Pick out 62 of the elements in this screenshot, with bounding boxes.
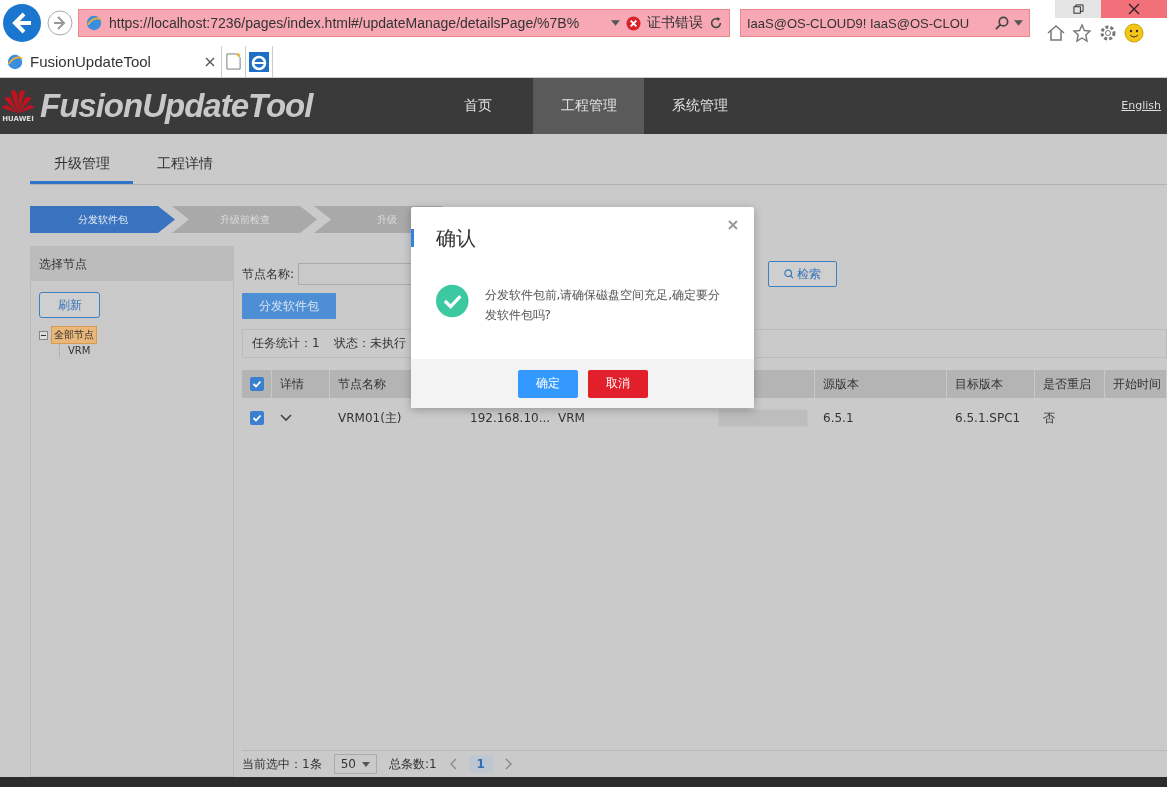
column-header: 详情 (280, 375, 304, 393)
collapse-icon[interactable] (39, 330, 48, 340)
column-header: 目标版本 (955, 375, 1003, 393)
task-count: 任务统计：1 (252, 335, 320, 352)
smiley-icon[interactable] (1124, 23, 1144, 43)
dialog-message: 分发软件包前,请确保磁盘空间充足,确定要分发软件包吗? (484, 287, 722, 324)
address-bar[interactable]: https://localhost:7236/pages/index.html#/updateManage/detailsPage/%7B% 证书错误 (78, 9, 730, 37)
table-cell: VRM (558, 411, 585, 425)
selected-count: 当前选中：1条 (242, 755, 322, 773)
column-header: 开始时间 (1113, 375, 1161, 393)
total-count: 总条数:1 (388, 755, 437, 773)
search-field[interactable]: IaaS@OS-CLOUD9! IaaS@OS-CLOU (740, 9, 1030, 37)
star-icon[interactable] (1072, 23, 1092, 43)
app-title: FusionUpdateTool (40, 86, 313, 125)
table-cell: VRM01(主) (338, 409, 402, 427)
page-size-select[interactable]: 50 (333, 754, 377, 774)
checkbox[interactable] (250, 411, 264, 425)
search-icon[interactable] (995, 15, 1010, 31)
close-icon[interactable] (205, 56, 215, 67)
language-link[interactable]: English (1121, 99, 1161, 112)
chevron-icon[interactable] (280, 414, 292, 422)
nav-tab[interactable]: 首页 (422, 77, 534, 134)
table-cell: 否 (1043, 409, 1055, 427)
search-icon (784, 269, 795, 279)
dropdown-icon[interactable] (611, 20, 620, 26)
error-icon (626, 15, 641, 31)
table-cell: 6.5.1.SPC1 (955, 411, 1021, 425)
home-icon[interactable] (1046, 23, 1066, 43)
panel-title: 选择节点 (31, 247, 233, 281)
check-icon (252, 379, 262, 389)
table-cell: 6.5.1 (823, 411, 854, 425)
nav-tab[interactable]: 工程管理 (533, 77, 645, 134)
field-label: 节点名称: (242, 265, 295, 283)
restore-icon[interactable] (1072, 3, 1084, 15)
status-text: 状态：未执行 (333, 335, 406, 352)
dropdown-icon[interactable] (1014, 20, 1023, 26)
flower-logo-icon (1, 88, 35, 115)
refresh-icon[interactable] (709, 16, 723, 30)
table-cell: 192.168.10... (470, 411, 551, 425)
globe-icon (6, 52, 24, 71)
tree-node[interactable]: VRM (66, 344, 93, 357)
forward-icon[interactable] (46, 9, 74, 37)
checkbox[interactable] (250, 377, 264, 391)
certificate-error[interactable]: 证书错误 (647, 14, 703, 32)
globe-icon (85, 14, 103, 32)
browser-logo-icon[interactable] (249, 51, 269, 72)
url-text: https://localhost:7236/pages/index.html#/updateManage/detailsPage/%7B% (109, 15, 581, 31)
tree-node[interactable]: 全部节点 (51, 326, 97, 344)
check-icon (252, 413, 262, 423)
page-tab[interactable]: 工程详情 (133, 155, 236, 184)
back-icon[interactable] (2, 3, 42, 43)
settings-icon[interactable] (1098, 23, 1118, 43)
column-header: 源版本 (823, 375, 859, 393)
search-text: IaaS@OS-CLOUD9! IaaS@OS-CLOU (747, 15, 971, 31)
close-icon[interactable] (1128, 3, 1140, 15)
browser-tab[interactable]: FusionUpdateTool (0, 46, 222, 77)
cancel-button[interactable]: 取消 (587, 369, 648, 398)
column-header: 是否重启 (1043, 375, 1091, 393)
column-header: 节点名称 (338, 375, 386, 393)
page-tab[interactable]: 升级管理 (30, 155, 133, 184)
nav-tab[interactable]: 系统管理 (644, 77, 756, 134)
dropdown-icon (361, 761, 370, 767)
